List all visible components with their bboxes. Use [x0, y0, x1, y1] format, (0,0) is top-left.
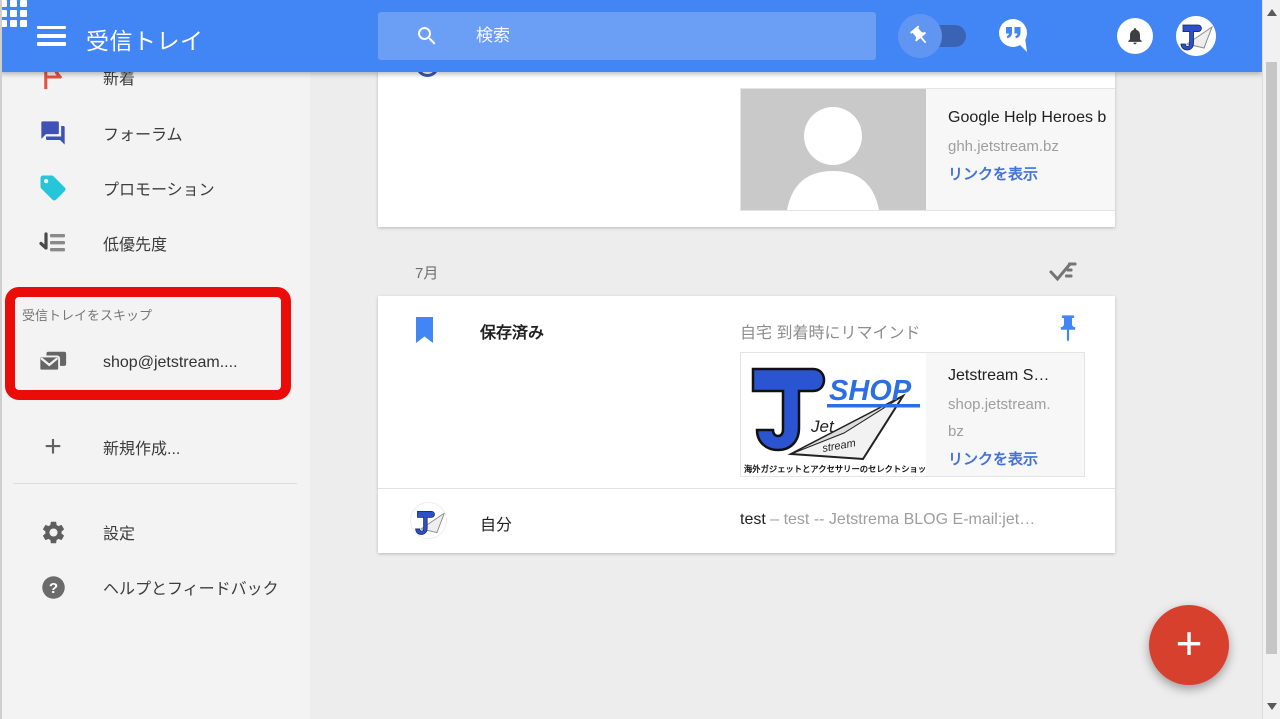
search-icon — [415, 24, 439, 48]
svg-text:Jet: Jet — [810, 417, 835, 436]
search-input[interactable] — [476, 12, 866, 60]
pin-toggle[interactable] — [898, 14, 968, 58]
page-title: 受信トレイ — [86, 22, 204, 56]
snippet-body: – test -- Jetstrema BLOG E-mail:jet… — [766, 511, 1035, 528]
sidebar-item-label: プロモーション — [103, 176, 215, 200]
sidebar-item-settings[interactable]: 設定 — [0, 509, 310, 555]
gear-icon — [38, 517, 68, 547]
saved-item-row[interactable]: 保存済み 自宅 到着時にリマインド SHOP Jet stream — [378, 296, 1115, 488]
sweep-icon[interactable] — [1046, 256, 1080, 288]
saved-label: 保存済み — [480, 319, 544, 343]
sidebar-item-label: shop@jetstream.... — [103, 354, 238, 372]
scrollbar[interactable] — [1262, 0, 1280, 719]
forum-icon — [38, 118, 68, 148]
link-preview-domain: shop.jetstream.bz — [948, 391, 1056, 445]
reminder-text: 自宅 到着時にリマインド — [740, 319, 920, 343]
sidebar-item-label: 新規作成... — [103, 435, 180, 459]
sidebar-item-label: フォーラム — [103, 121, 183, 145]
sidebar-item-help-feedback[interactable]: ? ヘルプとフィードバック — [0, 564, 310, 610]
link-preview-domain: ghh.jetstream.bz — [948, 133, 1106, 160]
apps-grid-icon[interactable] — [0, 0, 27, 27]
search-bar[interactable] — [378, 12, 876, 60]
sidebar-item-label: 低優先度 — [103, 231, 167, 255]
email-card-top[interactable]: Google Help Heroes b ghh.jetstream.bz リン… — [378, 72, 1115, 227]
hamburger-menu-icon[interactable] — [37, 26, 66, 46]
pushpin-icon — [898, 14, 942, 58]
show-link-button[interactable]: リンクを表示 — [948, 445, 1056, 475]
scroll-down-arrow-icon[interactable] — [1267, 703, 1277, 710]
scroll-up-arrow-icon[interactable] — [1267, 9, 1277, 16]
svg-text:SHOP: SHOP — [829, 375, 912, 407]
person-silhouette — [741, 89, 926, 210]
svg-text:海外ガジェットとアクセサリーのセレクトショップ: 海外ガジェットとアクセサリーのセレクトショップ — [744, 464, 926, 474]
link-preview-title: Jetstream S… — [948, 361, 1056, 391]
email-card-group: 保存済み 自宅 到着時にリマインド SHOP Jet stream — [378, 296, 1115, 553]
link-preview-chip[interactable]: Google Help Heroes b ghh.jetstream.bz リン… — [740, 88, 1115, 211]
email-row-me[interactable]: 自分 test – test -- Jetstrema BLOG E-mail:… — [378, 489, 1115, 553]
month-section-header: 7月 — [378, 248, 1115, 296]
skip-inbox-section-label: 受信トレイをスキップ — [22, 305, 152, 324]
link-preview-text: Jetstream S… shop.jetstream.bz リンクを表示 — [926, 353, 1056, 476]
window-edge — [0, 0, 2, 719]
sidebar-item-promotions[interactable]: プロモーション — [0, 165, 310, 211]
sender-avatar — [410, 502, 447, 539]
sidebar-item-compose-new[interactable]: + 新規作成... — [0, 424, 310, 470]
sidebar-item-skip-inbox-shop[interactable]: shop@jetstream.... — [0, 340, 310, 386]
bookmark-icon — [414, 316, 435, 349]
svg-text:?: ? — [48, 579, 57, 596]
jetstream-shop-logo: SHOP Jet stream 海外ガジェットとアクセサリーのセレクトショップ — [741, 353, 926, 476]
sidebar: 新着 フォーラム プロモーション 低優先度 受信トレイをスキップ shop@j — [0, 0, 310, 719]
account-avatar[interactable] — [1176, 16, 1216, 56]
pin-icon[interactable] — [1056, 314, 1080, 349]
sidebar-item-label: ヘルプとフィードバック — [103, 575, 279, 599]
sender-name: 自分 — [480, 511, 512, 535]
show-link-button[interactable]: リンクを表示 — [948, 160, 1106, 190]
snippet-subject: test — [740, 511, 766, 528]
plus-icon: + — [1176, 620, 1203, 666]
month-label: 7月 — [415, 262, 438, 283]
compose-fab-button[interactable]: + — [1149, 605, 1229, 685]
help-icon: ? — [38, 572, 68, 602]
envelope-icon — [38, 348, 68, 378]
low-priority-icon — [38, 228, 68, 258]
app-header: 受信トレイ — [0, 0, 1262, 72]
sidebar-item-forums[interactable]: フォーラム — [0, 110, 310, 156]
plus-icon: + — [38, 432, 68, 462]
link-preview-title: Google Help Heroes b — [948, 103, 1106, 133]
promotions-tag-icon — [38, 173, 68, 203]
link-preview-chip[interactable]: SHOP Jet stream 海外ガジェットとアクセサリーのセレクトショップ … — [740, 352, 1085, 477]
sidebar-divider — [13, 483, 297, 484]
email-snippet: test – test -- Jetstrema BLOG E-mail:jet… — [740, 511, 1085, 529]
sidebar-item-low-priority[interactable]: 低優先度 — [0, 220, 310, 266]
notifications-bell-icon[interactable] — [1117, 18, 1153, 54]
inbox-app-window: 新着 フォーラム プロモーション 低優先度 受信トレイをスキップ shop@j — [0, 0, 1280, 719]
hangouts-icon[interactable] — [996, 18, 1032, 54]
sidebar-item-label: 設定 — [103, 520, 135, 544]
scrollbar-thumb[interactable] — [1266, 62, 1277, 654]
avatar-peek-icon — [416, 72, 439, 77]
link-preview-text: Google Help Heroes b ghh.jetstream.bz リン… — [926, 89, 1106, 210]
